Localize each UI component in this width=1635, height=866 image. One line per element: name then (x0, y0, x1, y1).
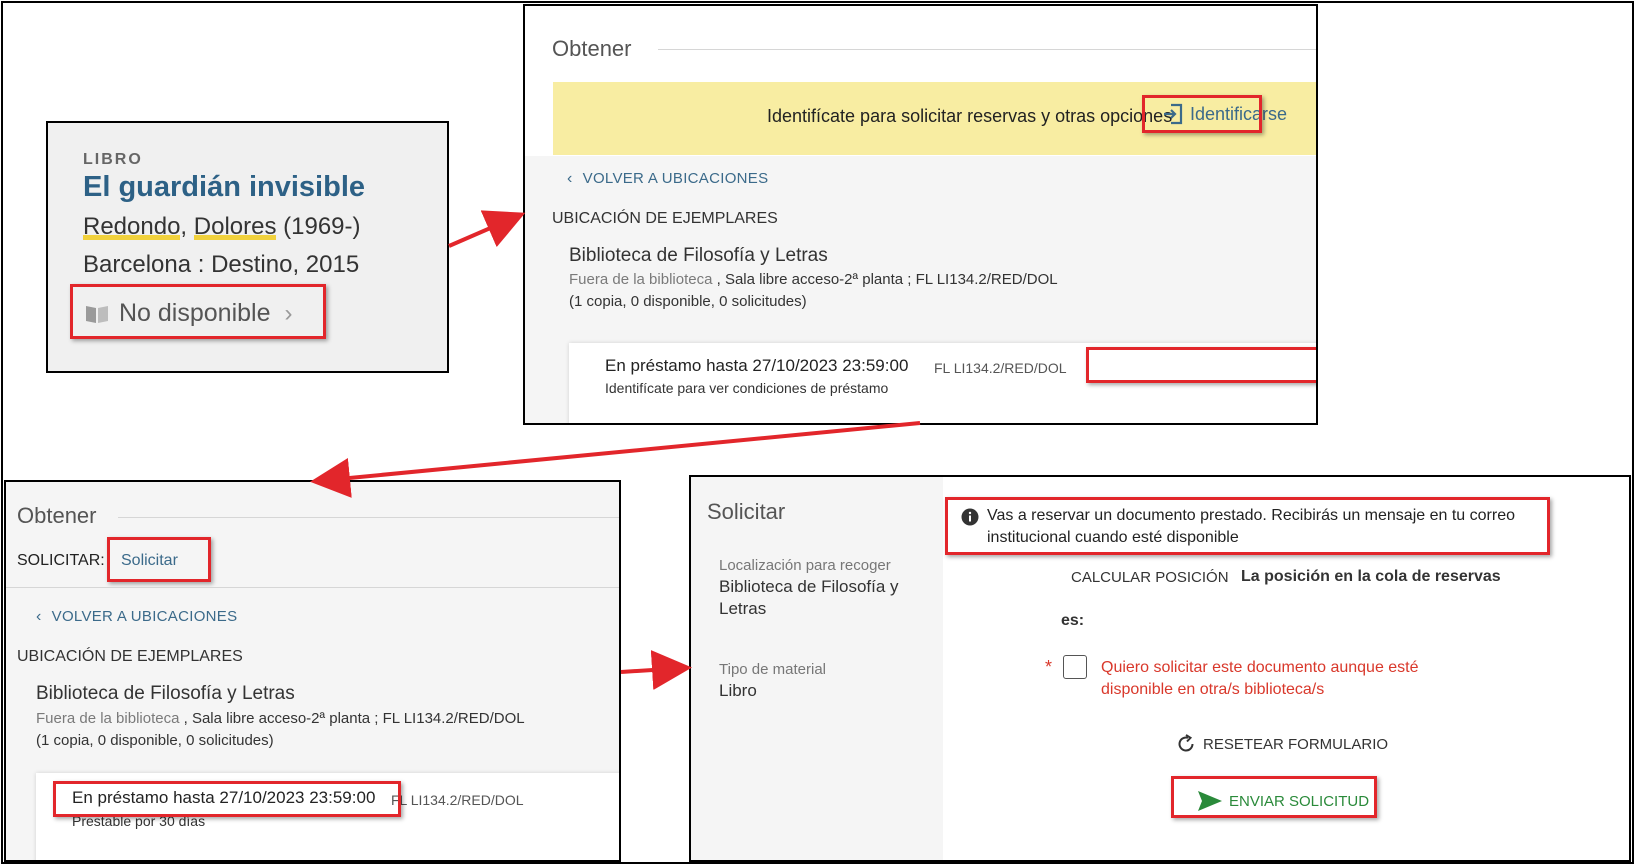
queue-position-value: es: (1061, 612, 1085, 629)
loan-conditions: Identifícate para ver condiciones de pré… (605, 380, 889, 396)
section-header: Obtener (552, 36, 632, 61)
other-library-checkbox-label[interactable]: Quiero solicitar este documento aunque e… (1101, 657, 1419, 701)
pickup-value-cont: Letras (719, 599, 767, 618)
queue-position-text: La posición en la cola de reservas (1241, 568, 1501, 585)
annotation-highlight (1086, 347, 1316, 383)
record-brief-panel: LIBRO El guardián invisible Redondo, Dol… (46, 121, 449, 373)
other-library-checkbox[interactable] (1063, 655, 1087, 679)
annotation-highlight (1171, 776, 1377, 818)
material-value: Libro (719, 681, 757, 700)
author-name[interactable]: Dolores (193, 213, 277, 240)
request-form-panel: Solicitar Localización para recoger Bibl… (689, 475, 1631, 862)
section-header: Solicitar (707, 499, 786, 524)
record-author: Redondo, Dolores (1969-) (83, 213, 361, 240)
library-name: Biblioteca de Filosofía y Letras (569, 245, 828, 266)
copies-summary: (1 copia, 0 disponible, 0 solicitudes) (569, 293, 807, 310)
get-panel: Obtener Identifícate para solicitar rese… (523, 4, 1318, 425)
loan-status: En préstamo hasta 27/10/2023 23:59:00 (605, 356, 909, 375)
chevron-left-icon: ‹ (36, 608, 42, 625)
copies-summary: (1 copia, 0 disponible, 0 solicitudes) (36, 732, 274, 749)
section-header: Obtener (17, 503, 97, 528)
record-type: LIBRO (83, 151, 143, 168)
library-name: Biblioteca de Filosofía y Letras (36, 683, 295, 704)
refresh-icon (1178, 734, 1194, 752)
pickup-label: Localización para recoger (719, 557, 891, 574)
locations-heading: UBICACIÓN DE EJEMPLARES (17, 648, 243, 665)
back-to-locations[interactable]: ‹ VOLVER A UBICACIONES (36, 608, 237, 626)
chevron-left-icon: ‹ (567, 170, 573, 187)
login-prompt: Identifícate para solicitar reservas y o… (767, 106, 1173, 126)
location-line: Fuera de la biblioteca , Sala libre acce… (36, 710, 525, 727)
annotation-highlight (70, 284, 326, 339)
annotation-highlight (1142, 95, 1262, 133)
locations-heading: UBICACIÓN DE EJEMPLARES (552, 210, 778, 227)
location-line: Fuera de la biblioteca , Sala libre acce… (569, 271, 1058, 288)
reset-form-button[interactable]: RESETEAR FORMULARIO (1175, 733, 1388, 755)
annotation-highlight (945, 497, 1550, 555)
annotation-highlight (53, 781, 401, 817)
get-panel-logged-in: Obtener SOLICITAR: Solicitar ‹ VOLVER A U… (4, 480, 621, 862)
record-publication: Barcelona : Destino, 2015 (83, 251, 360, 278)
calculate-position-button[interactable]: CALCULAR POSICIÓN (1071, 569, 1229, 586)
call-number: FL LI134.2/RED/DOL (391, 792, 524, 808)
request-label: SOLICITAR: (17, 552, 105, 569)
annotation-highlight (107, 537, 211, 582)
record-title[interactable]: El guardián invisible (83, 171, 365, 204)
back-to-locations[interactable]: ‹ VOLVER A UBICACIONES (567, 170, 768, 188)
material-label: Tipo de material (719, 661, 826, 678)
required-mark: * (1045, 657, 1053, 677)
author-surname[interactable]: Redondo (83, 213, 181, 240)
pickup-value: Biblioteca de Filosofía y (719, 577, 899, 596)
call-number: FL LI134.2/RED/DOL (934, 360, 1067, 376)
